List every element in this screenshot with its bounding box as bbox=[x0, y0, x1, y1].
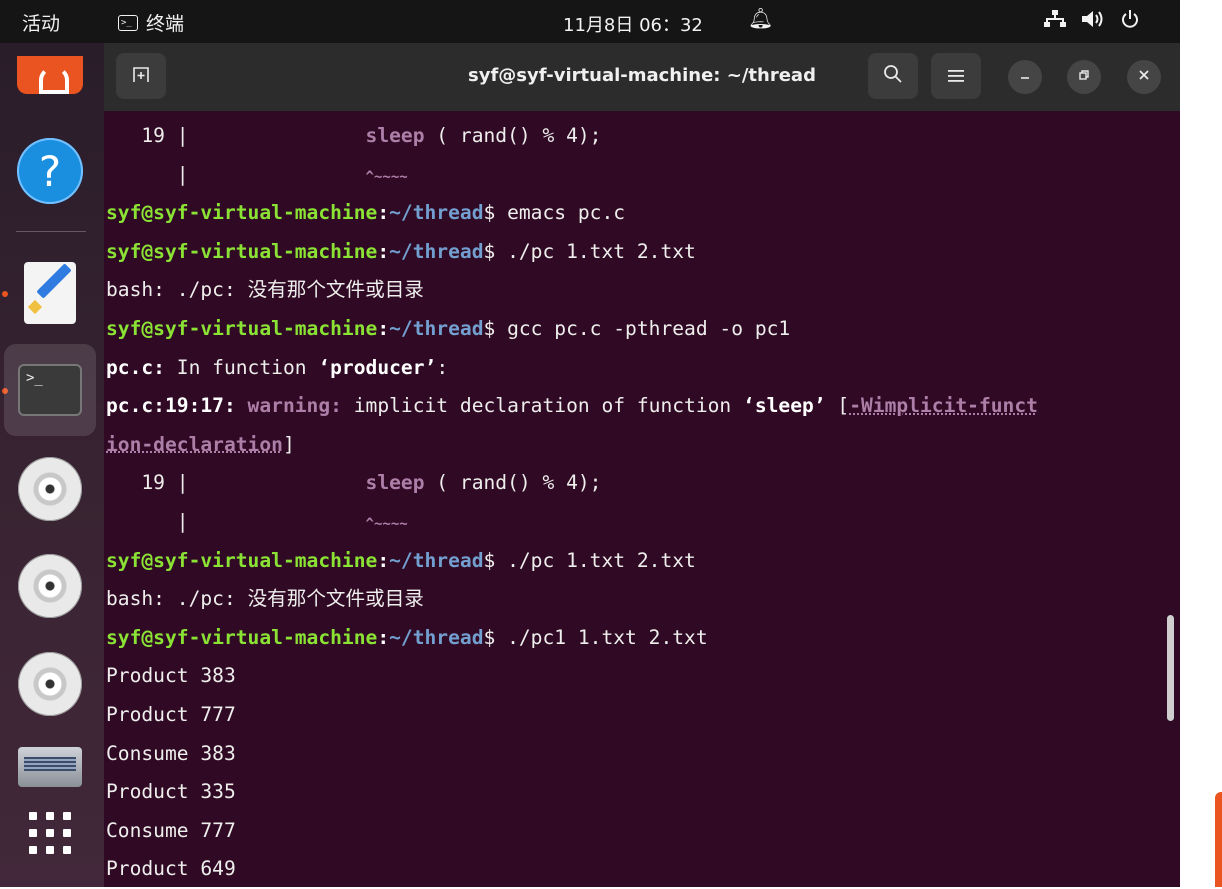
program-output-line: Product 383 bbox=[106, 664, 236, 688]
volume-icon bbox=[1082, 10, 1104, 33]
minimize-icon bbox=[1019, 69, 1031, 85]
software-store-launcher[interactable] bbox=[14, 39, 86, 111]
minimize-button[interactable] bbox=[1008, 60, 1042, 94]
show-applications-button[interactable] bbox=[14, 797, 86, 869]
help-icon: ? bbox=[17, 138, 83, 204]
disc-icon bbox=[18, 652, 82, 716]
terminal-line: 19 | sleep ( rand() % 4); bbox=[106, 471, 602, 495]
terminal-icon: >_ bbox=[18, 364, 82, 416]
dock: ? >_ bbox=[0, 43, 104, 887]
restore-icon bbox=[1078, 69, 1090, 85]
clock[interactable]: 11月8日 06：32 bbox=[563, 11, 703, 37]
power-icon bbox=[1120, 9, 1140, 34]
text-editor-icon bbox=[24, 262, 76, 324]
program-output-line: Product 335 bbox=[106, 780, 236, 804]
software-store-icon bbox=[17, 56, 83, 94]
terminal-line: syf@syf-virtual-machine:~/thread$ gcc pc… bbox=[106, 316, 791, 340]
running-indicator bbox=[2, 291, 8, 297]
program-output-line: Consume 777 bbox=[106, 818, 236, 842]
text-editor-launcher[interactable] bbox=[14, 257, 86, 329]
terminal-line: bash: ./pc: 没有那个文件或目录 bbox=[106, 278, 424, 302]
disc-launcher-3[interactable] bbox=[14, 648, 86, 720]
program-output-line: Consume 383 bbox=[106, 741, 236, 765]
disc-launcher-2[interactable] bbox=[14, 550, 86, 622]
terminal-launcher[interactable]: >_ bbox=[4, 344, 96, 436]
terminal-output[interactable]: 19 | sleep ( rand() % 4); | ^~~~~ syf@sy… bbox=[106, 117, 1166, 889]
disc-icon bbox=[18, 457, 82, 521]
help-launcher[interactable]: ? bbox=[14, 135, 86, 207]
app-grid-icon bbox=[29, 812, 71, 854]
terminal-line: ion-declaration] bbox=[106, 432, 295, 456]
terminal-line: syf@syf-virtual-machine:~/thread$ ./pc 1… bbox=[106, 548, 696, 572]
close-button[interactable] bbox=[1127, 60, 1161, 94]
terminal-line: syf@syf-virtual-machine:~/thread$ ./pc 1… bbox=[106, 239, 696, 263]
terminal-line: bash: ./pc: 没有那个文件或目录 bbox=[106, 587, 424, 611]
menu-button[interactable] bbox=[931, 53, 981, 99]
top-bar: 活动 >_ 终端 11月8日 06：32 🔔︎ bbox=[0, 0, 1180, 43]
desktop-edge-widget bbox=[1215, 792, 1222, 887]
terminal-line: 19 | sleep ( rand() % 4); bbox=[106, 124, 602, 147]
network-icon bbox=[1044, 10, 1066, 33]
program-output-line: Product 649 bbox=[106, 857, 236, 881]
app-menu-label: 终端 bbox=[146, 13, 185, 35]
terminal-line: syf@syf-virtual-machine:~/thread$ emacs … bbox=[106, 201, 626, 225]
program-output-line: Product 777 bbox=[106, 702, 236, 726]
activities-button[interactable]: 活动 bbox=[22, 9, 60, 36]
terminal-line: pc.c:19:17: warning: implicit declaratio… bbox=[106, 394, 1038, 418]
drive-launcher[interactable] bbox=[14, 731, 86, 803]
terminal-line: | ^~~~~ bbox=[106, 162, 408, 186]
disc-icon bbox=[18, 554, 82, 618]
close-icon bbox=[1138, 69, 1150, 85]
terminal-line: pc.c: In function ‘producer’: bbox=[106, 355, 449, 379]
restore-button[interactable] bbox=[1067, 60, 1101, 94]
hamburger-menu-icon bbox=[948, 64, 964, 88]
search-icon bbox=[883, 64, 903, 89]
search-button[interactable] bbox=[868, 53, 918, 99]
drive-icon bbox=[18, 747, 82, 787]
scrollbar[interactable] bbox=[1167, 615, 1174, 721]
dock-separator bbox=[16, 231, 86, 232]
header-bar: syf@syf-virtual-machine: ~/thread bbox=[104, 43, 1180, 111]
notification-bell-icon: 🔔︎ bbox=[748, 6, 774, 30]
app-menu[interactable]: >_ 终端 bbox=[118, 9, 184, 36]
terminal-line: | ^~~~~ bbox=[106, 509, 408, 533]
terminal-line: syf@syf-virtual-machine:~/thread$ ./pc1 … bbox=[106, 625, 708, 649]
terminal-window: syf@syf-virtual-machine: ~/thread 19 | s… bbox=[104, 43, 1180, 887]
terminal-app-icon: >_ bbox=[118, 14, 138, 31]
system-tray[interactable] bbox=[1044, 9, 1140, 34]
disc-launcher-1[interactable] bbox=[14, 453, 86, 525]
